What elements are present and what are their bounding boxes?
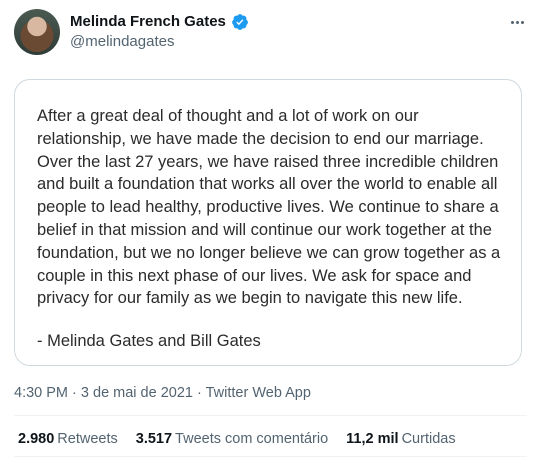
more-icon[interactable]	[507, 12, 527, 32]
stat-likes[interactable]: 11,2 mil Curtidas	[346, 429, 455, 449]
avatar[interactable]	[14, 9, 60, 55]
user-handle[interactable]: @melindagates	[70, 32, 174, 52]
stat-quote-tweets[interactable]: 3.517 Tweets com comentário	[136, 429, 328, 449]
tweet-date[interactable]: 3 de mai de 2021	[81, 385, 193, 401]
tweet-time[interactable]: 4:30 PM	[14, 385, 68, 401]
stat-retweets[interactable]: 2.980 Retweets	[18, 429, 118, 449]
divider	[14, 456, 527, 457]
meta-separator: ·	[197, 385, 202, 401]
statement-text: After a great deal of thought and a lot …	[37, 107, 501, 308]
author-name-row: Melinda French Gates	[70, 12, 249, 32]
tweet-source[interactable]: Twitter Web App	[206, 385, 311, 401]
engagement-stats: 2.980 Retweets 3.517 Tweets com comentário…	[18, 429, 456, 449]
statement-image[interactable]: After a great deal of thought and a lot …	[14, 79, 522, 366]
verified-badge-icon	[231, 14, 248, 30]
display-name[interactable]: Melinda French Gates	[70, 12, 226, 32]
meta-separator: ·	[72, 385, 77, 401]
tweet-meta: 4:30 PM · 3 de mai de 2021 · Twitter Web…	[14, 383, 311, 403]
divider	[14, 415, 527, 416]
statement-signature: - Melinda Gates and Bill Gates	[37, 332, 261, 351]
